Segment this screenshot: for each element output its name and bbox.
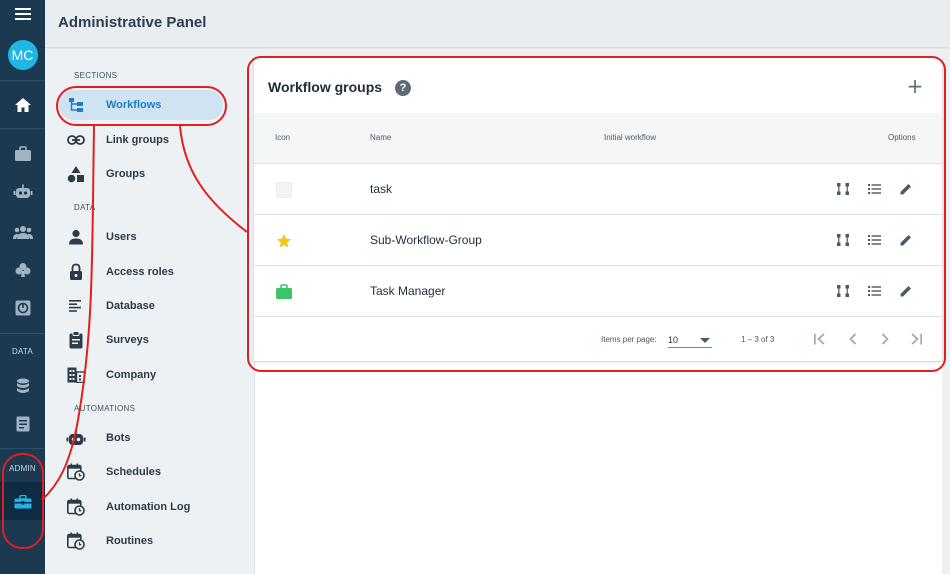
nav-item-bots[interactable]: Bots	[59, 423, 223, 453]
nav-item-surveys[interactable]: Surveys	[59, 325, 223, 355]
data-heading: DATA	[74, 203, 96, 212]
database-icon[interactable]	[0, 372, 45, 400]
building-icon	[59, 367, 93, 383]
nav-item-routines[interactable]: Routines	[59, 526, 223, 556]
avatar-initials: MC	[7, 40, 38, 70]
person-icon	[59, 229, 93, 245]
nav-item-label: Link groups	[106, 134, 169, 146]
nav-item-label: Database	[106, 300, 155, 312]
nav-item-users[interactable]: Users	[59, 222, 223, 252]
database-lines-icon	[59, 300, 93, 312]
nav-item-label: Schedules	[106, 466, 162, 478]
nav-item-access-roles[interactable]: Access roles	[59, 257, 223, 287]
nav-item-label: Users	[106, 231, 137, 243]
nav-item-automation-log[interactable]: Automation Log	[59, 492, 223, 522]
top-header: Administrative Panel	[45, 0, 950, 48]
calendar-clock-icon	[59, 532, 93, 550]
sections-sidebar: SECTIONS Workflows Link groups Groups DA…	[45, 49, 254, 574]
nav-item-link-groups[interactable]: Link groups	[59, 125, 223, 155]
user-avatar[interactable]: MC	[0, 39, 45, 71]
calendar-clock-icon	[59, 498, 93, 516]
briefcase-nav-icon[interactable]	[0, 140, 45, 168]
nav-item-label: Routines	[106, 535, 154, 547]
nav-item-label: Automation Log	[106, 501, 191, 513]
nav-item-database[interactable]: Database	[59, 291, 223, 321]
chart-pie-icon[interactable]	[0, 294, 45, 322]
nav-item-label: Bots	[106, 432, 131, 444]
shapes-icon	[59, 165, 93, 183]
robot-icon[interactable]	[0, 178, 45, 206]
calendar-clock-icon	[59, 463, 93, 481]
automations-heading: AUTOMATIONS	[74, 404, 136, 413]
link-icon	[59, 135, 93, 145]
lock-icon	[59, 263, 93, 281]
content-below-card	[254, 362, 942, 574]
menu-icon[interactable]	[0, 4, 45, 24]
annotation-card-highlight	[247, 56, 946, 372]
nav-item-schedules[interactable]: Schedules	[59, 457, 223, 487]
annotation-workflows-highlight	[56, 86, 227, 126]
clipboard-icon	[59, 331, 93, 349]
people-icon[interactable]	[0, 218, 45, 246]
rail-data-label: DATA	[12, 347, 33, 356]
document-icon[interactable]	[0, 410, 45, 438]
nav-item-company[interactable]: Company	[59, 360, 223, 390]
nav-item-groups[interactable]: Groups	[59, 159, 223, 189]
page-title: Administrative Panel	[58, 14, 207, 31]
nav-item-label: Access roles	[106, 266, 174, 278]
home-icon[interactable]	[0, 90, 45, 120]
bot-icon	[59, 430, 93, 446]
club-icon[interactable]	[0, 256, 45, 284]
nav-item-label: Groups	[106, 168, 146, 180]
nav-item-label: Company	[106, 369, 157, 381]
nav-item-label: Surveys	[106, 334, 149, 346]
sections-heading: SECTIONS	[74, 71, 118, 80]
annotation-admin-highlight	[2, 453, 44, 549]
